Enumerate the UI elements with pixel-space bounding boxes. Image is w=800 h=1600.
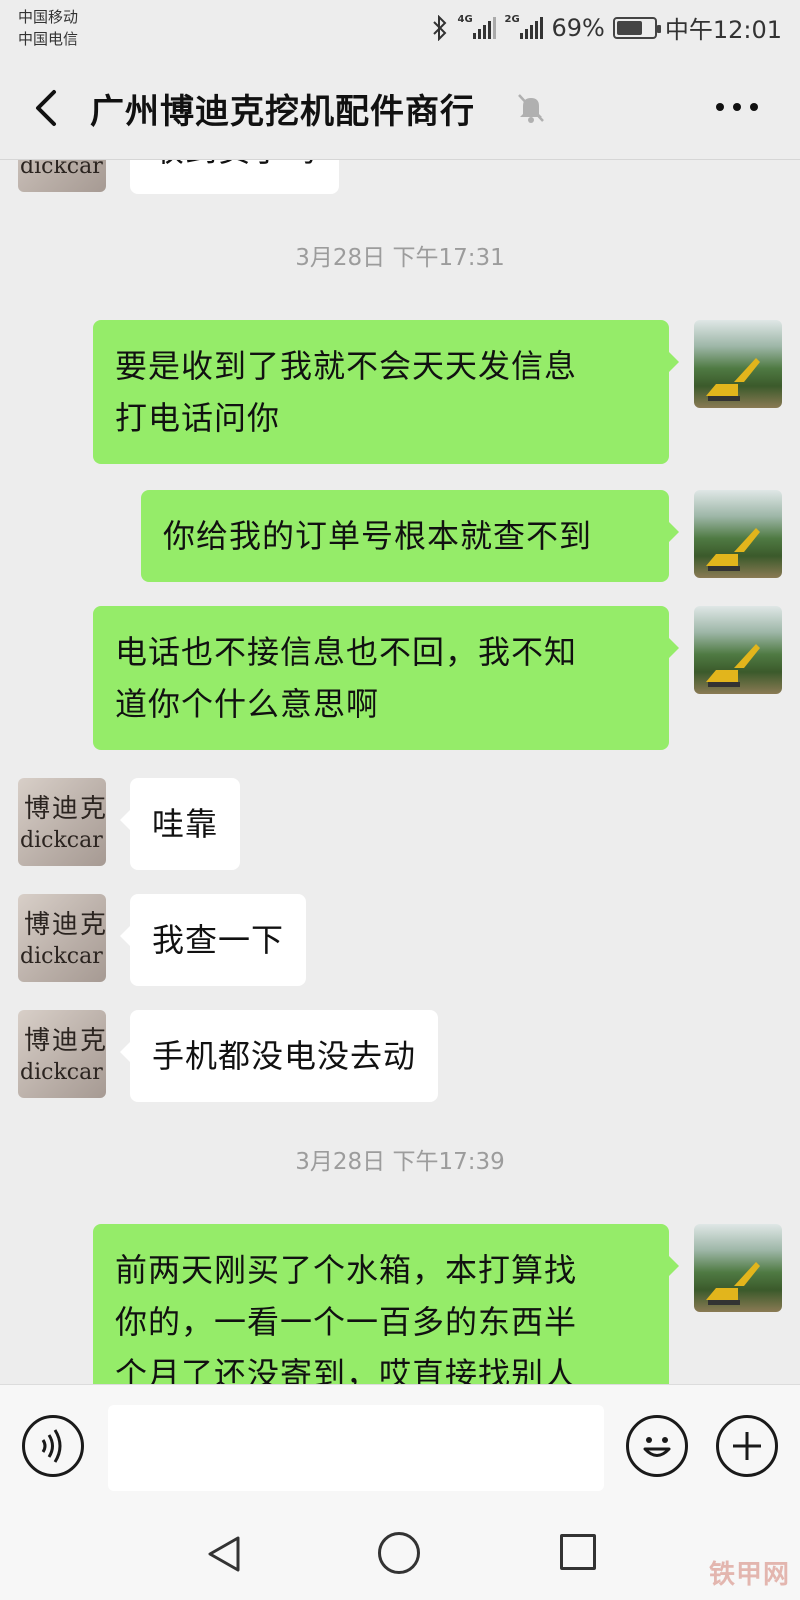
system-nav-bar xyxy=(0,1512,800,1600)
clock: 中午12:01 xyxy=(664,16,782,44)
excavator-icon xyxy=(706,1262,760,1305)
excavator-icon xyxy=(706,528,760,571)
excavator-icon xyxy=(706,644,760,687)
muted-bell-icon xyxy=(518,94,544,123)
timestamp: 3月28日 下午17:31 xyxy=(295,245,505,271)
back-button[interactable] xyxy=(28,86,68,130)
message-bubble-received[interactable]: 我查一下 xyxy=(119,894,307,986)
signal-icon-2: 2G xyxy=(504,13,544,39)
message-bubble-sent[interactable]: 电话也不接信息也不回，我不知 道你个什么意思啊 xyxy=(93,606,679,750)
voice-button[interactable] xyxy=(22,1415,84,1477)
contact-avatar[interactable]: 博迪克 dickcar xyxy=(18,1010,106,1098)
bluetooth-icon xyxy=(433,14,447,41)
message-bubble-received[interactable]: 哇靠 xyxy=(119,778,241,870)
voice-icon xyxy=(41,1429,62,1463)
nav-home-icon[interactable] xyxy=(378,1532,420,1574)
signal-icon-1: 4G xyxy=(457,13,497,39)
chat-title: 广州博迪克挖机配件商行 xyxy=(90,92,475,132)
contact-avatar[interactable]: 博迪克 dickcar xyxy=(18,778,106,866)
my-avatar[interactable] xyxy=(694,320,782,408)
my-avatar[interactable] xyxy=(694,1224,782,1312)
excavator-icon xyxy=(706,358,760,401)
plus-icon xyxy=(733,1432,761,1460)
contact-avatar[interactable]: 博迪克 dickcar xyxy=(18,894,106,982)
timestamp: 3月28日 下午17:39 xyxy=(295,1149,505,1175)
message-list[interactable]: 博迪克 dickcar 收到货了吗 3月28日 下午17:31 要是收到了我就不… xyxy=(0,160,800,1384)
message-input[interactable] xyxy=(108,1405,604,1491)
network-type-1: 4G xyxy=(457,13,473,25)
battery-percent: 69% xyxy=(551,13,605,42)
emoji-icon xyxy=(643,1437,671,1457)
nav-back-icon[interactable] xyxy=(204,1532,244,1576)
message-bubble-received[interactable]: 收到货了吗 xyxy=(130,160,340,194)
emoji-button[interactable] xyxy=(626,1415,688,1477)
status-icons: 4G 2G 69% 中午12:01 xyxy=(431,10,782,45)
back-arrow-icon xyxy=(36,90,56,126)
carrier-1: 中国移动 xyxy=(18,8,79,26)
more-icon[interactable] xyxy=(714,94,760,120)
status-bar: 中国移动 中国电信 4G 2G 69% 中午12:01 xyxy=(0,0,800,56)
network-type-2: 2G xyxy=(504,13,520,25)
battery-icon xyxy=(612,16,661,39)
chat-header: 广州博迪克挖机配件商行 xyxy=(0,56,800,160)
carrier-info: 中国移动 中国电信 xyxy=(18,6,78,50)
message-bubble-sent[interactable]: 前两天刚买了个水箱，本打算找 你的，一看一个一百多的东西半 个月了还没寄到，哎直… xyxy=(93,1224,679,1384)
nav-recent-apps-icon[interactable] xyxy=(560,1534,596,1570)
message-bubble-sent[interactable]: 你给我的订单号根本就查不到 xyxy=(141,490,679,582)
more-functions-button[interactable] xyxy=(716,1415,778,1477)
carrier-2: 中国电信 xyxy=(18,30,79,48)
message-bubble-sent[interactable]: 要是收到了我就不会天天发信息 打电话问你 xyxy=(93,320,679,464)
my-avatar[interactable] xyxy=(694,606,782,694)
input-bar xyxy=(0,1384,800,1512)
message-bubble-received[interactable]: 手机都没电没去动 xyxy=(119,1010,439,1102)
contact-avatar[interactable]: 博迪克 dickcar xyxy=(18,160,106,192)
watermark-logo: 铁甲网 xyxy=(708,1560,790,1590)
my-avatar[interactable] xyxy=(694,490,782,578)
